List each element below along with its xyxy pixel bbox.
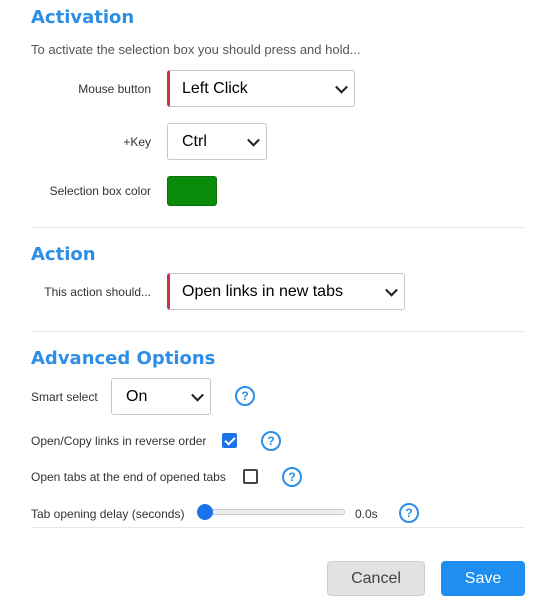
reverse-order-checkbox[interactable] — [222, 433, 237, 448]
help-icon[interactable]: ? — [235, 386, 255, 406]
mouse-button-value: Left Click — [182, 79, 248, 97]
key-label: +Key — [123, 135, 151, 149]
help-icon[interactable]: ? — [399, 503, 419, 523]
activation-title: Activation — [31, 7, 135, 28]
section-divider — [31, 227, 524, 228]
help-icon[interactable]: ? — [282, 467, 302, 487]
chevron-down-icon — [247, 133, 260, 147]
chevron-down-icon — [191, 388, 204, 402]
action-select[interactable]: Open links in new tabs — [167, 273, 405, 310]
smart-select-select[interactable]: On — [111, 378, 211, 415]
action-value: Open links in new tabs — [182, 282, 343, 300]
chevron-down-icon — [385, 283, 398, 297]
smart-select-value: On — [126, 387, 148, 405]
advanced-title: Advanced Options — [31, 348, 216, 369]
end-of-tabs-label: Open tabs at the end of opened tabs — [31, 470, 226, 484]
box-color-label: Selection box color — [49, 184, 151, 198]
chevron-down-icon — [335, 80, 348, 94]
reverse-order-label: Open/Copy links in reverse order — [31, 434, 207, 448]
delay-slider-thumb[interactable] — [197, 504, 213, 520]
delay-value: 0.0s — [355, 507, 378, 521]
save-button[interactable]: Save — [441, 561, 525, 596]
key-value: Ctrl — [182, 132, 207, 150]
section-divider — [31, 331, 524, 332]
key-select[interactable]: Ctrl — [167, 123, 267, 160]
delay-label: Tab opening delay (seconds) — [31, 507, 185, 521]
help-icon[interactable]: ? — [261, 431, 281, 451]
action-title: Action — [31, 244, 96, 265]
mouse-button-select[interactable]: Left Click — [167, 70, 355, 107]
box-color-swatch[interactable] — [167, 176, 217, 206]
activation-subtitle: To activate the selection box you should… — [31, 42, 361, 57]
section-divider — [31, 527, 524, 528]
delay-slider-track[interactable] — [205, 509, 345, 515]
end-of-tabs-checkbox[interactable] — [243, 469, 258, 484]
action-label: This action should... — [44, 285, 151, 299]
mouse-button-label: Mouse button — [78, 82, 151, 96]
cancel-button[interactable]: Cancel — [327, 561, 425, 596]
smart-select-label: Smart select — [31, 390, 98, 404]
